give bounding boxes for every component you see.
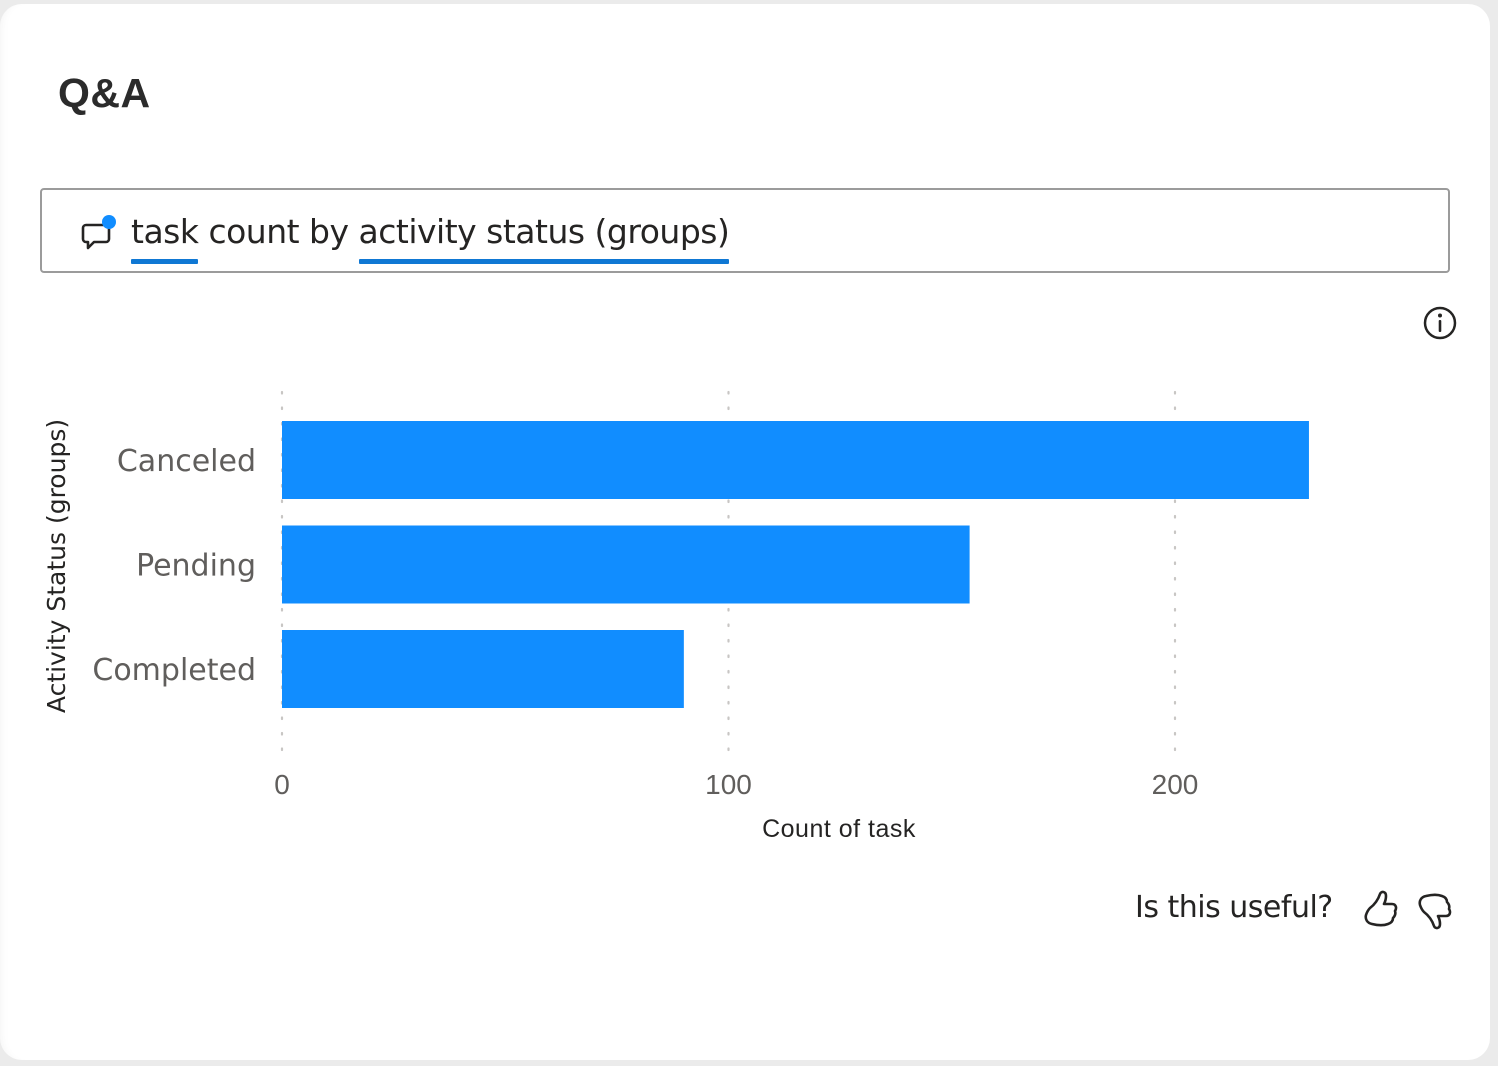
bar-completed[interactable] bbox=[282, 630, 684, 708]
feedback-prompt: Is this useful? bbox=[1135, 890, 1333, 925]
x-tick-labels: 0 100 200 bbox=[274, 769, 1198, 800]
chat-bubble-icon bbox=[81, 215, 116, 250]
x-tick-label: 200 bbox=[1152, 769, 1199, 800]
category-labels: Canceled Pending Completed bbox=[92, 444, 256, 688]
bars bbox=[282, 421, 1309, 708]
category-label: Pending bbox=[136, 549, 256, 584]
qa-visual-card: Q&A task count by activity status (group… bbox=[0, 4, 1490, 1060]
x-axis-title: Count of task bbox=[762, 815, 916, 843]
x-tick-label: 100 bbox=[705, 769, 752, 800]
category-label: Canceled bbox=[117, 444, 256, 479]
notification-dot bbox=[102, 215, 116, 229]
bar-chart: Canceled Pending Completed 0 100 200 Count o… bbox=[42, 390, 1309, 843]
bar-canceled[interactable] bbox=[282, 421, 1309, 499]
x-tick-label: 0 bbox=[274, 769, 290, 800]
thumbs-down-icon[interactable] bbox=[1414, 888, 1454, 932]
question-text[interactable]: task count by activity status (groups) bbox=[131, 212, 730, 264]
question-input[interactable]: task count by activity status (groups) bbox=[40, 188, 1450, 273]
thumbs-up-icon[interactable] bbox=[1360, 888, 1400, 932]
category-label: Completed bbox=[92, 653, 256, 688]
recognized-term-activity-status: activity status (groups) bbox=[358, 212, 730, 264]
question-connector: count by bbox=[198, 212, 359, 251]
info-icon[interactable] bbox=[1422, 305, 1458, 341]
visual-title: Q&A bbox=[58, 70, 151, 116]
bar-pending[interactable] bbox=[282, 525, 970, 604]
y-axis-title: Activity Status (groups) bbox=[42, 419, 71, 713]
recognized-term-task: task bbox=[131, 212, 199, 264]
